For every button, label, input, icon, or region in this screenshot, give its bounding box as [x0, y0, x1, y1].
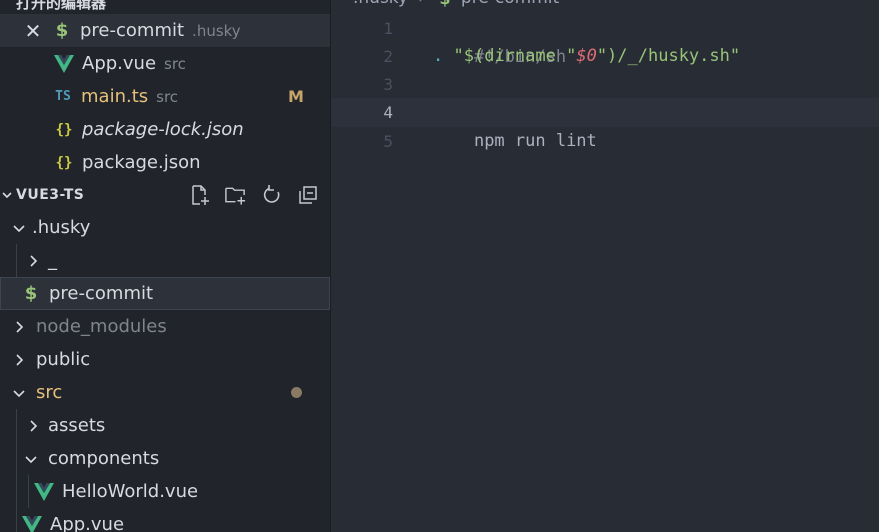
json-icon: {} [55, 154, 73, 171]
explorer-title: VUE3-TS [16, 186, 85, 203]
tree-item-label: .husky [32, 217, 91, 238]
tree-item-label: components [48, 448, 160, 469]
tree-item-underscore[interactable]: _ [0, 244, 330, 277]
editor[interactable]: .husky › $ pre-commit 1 2 3 4 5 #!/bin/s… [330, 0, 879, 532]
code-line-1[interactable]: #!/bin/sh [433, 14, 566, 67]
code-line-2[interactable]: . "$(dirname "$0")/_/husky.sh" [433, 42, 740, 71]
tree-item-assets[interactable]: assets [0, 409, 330, 442]
open-editor-desc: src [164, 54, 186, 73]
tree-item-components[interactable]: components [0, 442, 330, 475]
tree-item-label: src [36, 382, 63, 403]
open-editor-desc: src [156, 87, 179, 106]
breadcrumb: .husky › $ pre-commit [353, 0, 559, 8]
code-operator: . [433, 46, 444, 66]
tree-item-node-modules[interactable]: node_modules [0, 310, 330, 343]
open-editor-item-package-lock-json[interactable]: {} package-lock.json [0, 113, 330, 146]
new-folder-icon[interactable] [224, 183, 247, 206]
open-editor-label: main.ts [81, 86, 149, 107]
tree-item-pre-commit[interactable]: $ pre-commit [0, 277, 330, 310]
new-file-icon[interactable] [188, 183, 211, 206]
line-number: 5 [383, 132, 393, 151]
chevron-right-icon [24, 417, 42, 435]
tree-item-label: _ [48, 250, 57, 271]
tree-item-label: public [36, 349, 91, 370]
open-editor-label: pre-commit [80, 20, 185, 41]
tree-item-label: App.vue [50, 514, 125, 532]
modified-badge: M [288, 87, 304, 106]
vue-icon [34, 482, 54, 502]
tree-item-label: pre-commit [49, 283, 154, 304]
tree-item-app-vue[interactable]: App.vue [0, 508, 330, 532]
explorer-section-header[interactable]: VUE3-TS [0, 178, 330, 211]
code-variable: $0 [576, 46, 597, 66]
json-icon: {} [55, 121, 73, 138]
tree-item-helloworld-vue[interactable]: HelloWorld.vue [0, 475, 330, 508]
current-line-highlight [331, 98, 879, 127]
tree-item-label: assets [48, 415, 106, 436]
open-editor-item-main-ts[interactable]: TS main.ts src M [0, 80, 330, 113]
open-editor-item-package-json[interactable]: {} package.json [0, 146, 330, 179]
open-editor-label: App.vue [82, 53, 157, 74]
vue-icon [54, 54, 74, 74]
open-editors-title: 打开的编辑器 [16, 0, 107, 12]
sidebar: 打开的编辑器 ✕ $ pre-commit .husky App.vue src… [0, 0, 330, 532]
open-editor-item-pre-commit[interactable]: ✕ $ pre-commit .husky [0, 14, 330, 47]
chevron-down-icon [10, 384, 28, 402]
tree-item-src[interactable]: src [0, 376, 330, 409]
chevron-right-icon [10, 318, 28, 336]
close-icon[interactable]: ✕ [24, 19, 42, 43]
modified-dot [291, 387, 302, 398]
line-number: 3 [383, 75, 393, 94]
chevron-right-icon [10, 351, 28, 369]
open-editor-label: package-lock.json [82, 119, 244, 140]
line-number-current: 4 [383, 103, 393, 122]
breadcrumb-folder[interactable]: .husky [353, 0, 408, 8]
open-editor-item-app-vue[interactable]: App.vue src [0, 47, 330, 80]
dollar-icon: $ [435, 0, 455, 8]
chevron-down-icon [0, 186, 16, 204]
chevron-right-icon [24, 252, 42, 270]
collapse-all-icon[interactable] [296, 183, 319, 206]
refresh-icon[interactable] [260, 183, 283, 206]
code-command: npm run lint [473, 131, 597, 151]
code-string: "$(dirname " [453, 46, 577, 66]
chevron-right-icon: › [418, 0, 425, 8]
tree-item-public[interactable]: public [0, 343, 330, 376]
code-line-4[interactable]: npm run lint [433, 98, 597, 151]
dollar-icon: $ [24, 283, 38, 304]
ts-icon: TS [55, 89, 71, 104]
open-editor-desc: .husky [192, 21, 241, 40]
line-number: 1 [383, 19, 393, 38]
chevron-down-icon [22, 450, 40, 468]
open-editor-label: package.json [82, 152, 201, 173]
line-number: 2 [383, 47, 393, 66]
tree-item-label: node_modules [36, 316, 167, 337]
breadcrumb-file[interactable]: pre-commit [461, 0, 559, 8]
tree-item-label: HelloWorld.vue [62, 481, 199, 502]
code-string: ")/_/husky.sh" [596, 46, 741, 66]
tree-item-husky[interactable]: .husky [0, 211, 330, 244]
chevron-down-icon [10, 219, 28, 237]
dollar-icon: $ [55, 20, 69, 41]
vue-icon [22, 515, 42, 532]
